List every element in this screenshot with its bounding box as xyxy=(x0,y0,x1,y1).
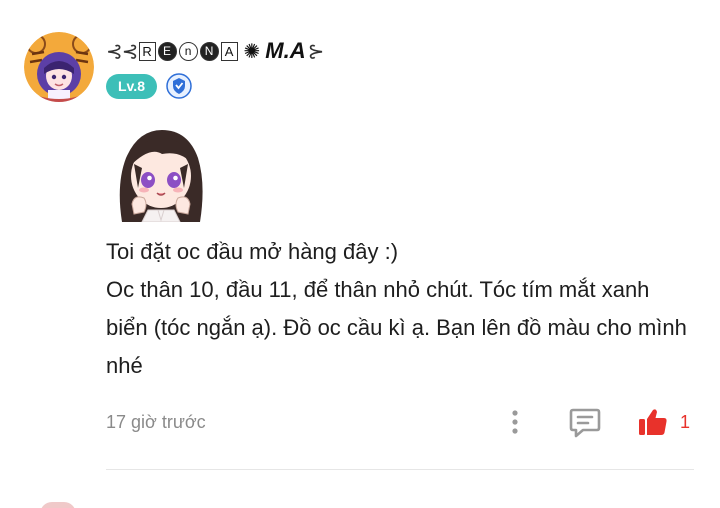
verified-shield-icon xyxy=(166,73,192,99)
timestamp: 17 giờ trước xyxy=(106,412,206,432)
name-decoration-left: ⊰ xyxy=(106,40,123,63)
divider xyxy=(106,469,694,470)
username-text: M.A xyxy=(265,38,306,63)
avatar[interactable] xyxy=(24,32,94,102)
username[interactable]: ⊰ ⊰ R E n N A ✺ M.A ⊱ xyxy=(106,36,325,66)
avatar-image xyxy=(24,32,94,102)
more-options-icon[interactable] xyxy=(506,407,524,437)
user-badges: Lv.8 xyxy=(106,73,192,99)
level-badge: Lv.8 xyxy=(106,73,157,99)
name-decoration-right: ⊱ xyxy=(307,40,325,63)
anime-girl-sticker xyxy=(119,130,203,222)
name-decoration-left-2: ⊰ xyxy=(121,40,139,63)
name-tag-n: n xyxy=(178,41,198,61)
name-tag-a: A xyxy=(220,41,238,61)
name-tag-e: E xyxy=(157,41,177,61)
name-tag-n2: N xyxy=(199,41,219,61)
comment-card: ⊰ ⊰ R E n N A ✺ M.A ⊱ Lv.8 Toi đặt oc đầ… xyxy=(0,0,720,508)
sun-icon: ✺ xyxy=(243,40,261,63)
next-comment-avatar xyxy=(40,502,76,508)
comment-text: Toi đặt oc đầu mở hàng đây :) Oc thân 10… xyxy=(106,239,687,378)
comment-footer: 17 giờ trước 1 xyxy=(106,404,696,440)
sticker-image xyxy=(108,124,212,222)
like-thumb-icon[interactable] xyxy=(638,407,668,437)
reply-comment-icon[interactable] xyxy=(568,405,602,439)
like-count: 1 xyxy=(680,412,691,432)
name-tag-r: R xyxy=(138,41,156,61)
